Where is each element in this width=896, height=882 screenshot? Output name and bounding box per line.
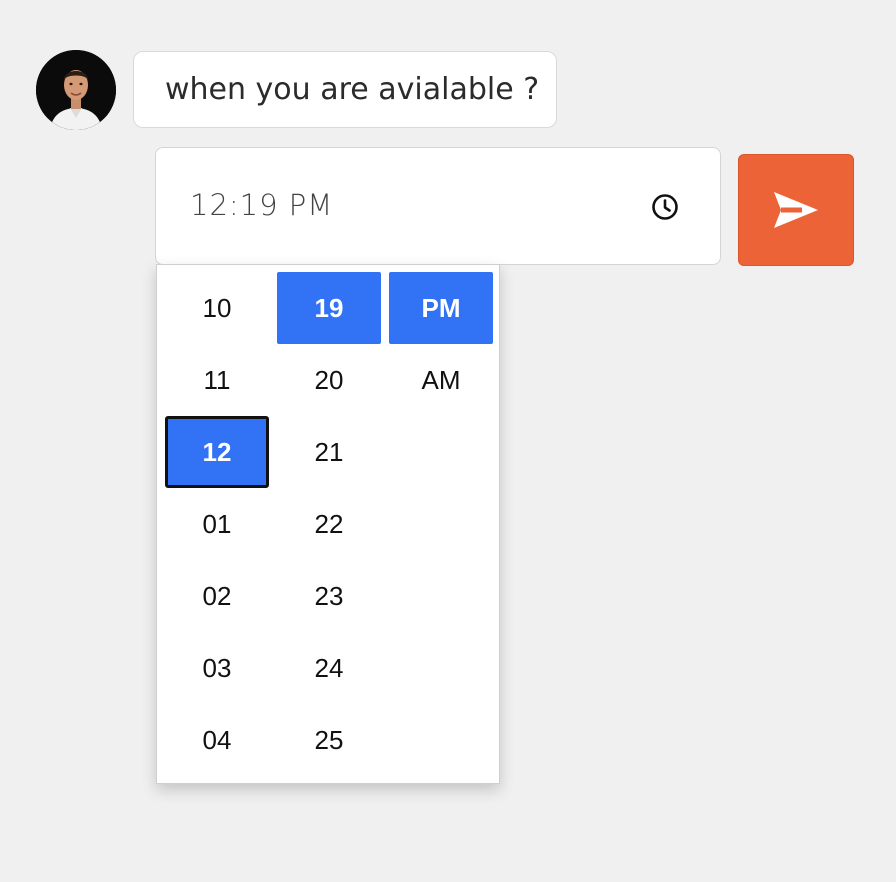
minute-option[interactable]: 21: [277, 416, 381, 488]
minute-option[interactable]: 20: [277, 344, 381, 416]
chat-view: when you are avialable ? 12:19 PM 10 11 …: [0, 0, 896, 882]
period-column: PM AM: [389, 272, 493, 416]
time-input-value[interactable]: 12:19 PM: [190, 188, 333, 222]
send-button[interactable]: [738, 154, 854, 266]
message-bubble: when you are avialable ?: [133, 51, 557, 128]
hour-option[interactable]: 01: [165, 488, 269, 560]
clock-icon[interactable]: [650, 192, 680, 222]
minute-option[interactable]: 22: [277, 488, 381, 560]
minute-option-selected[interactable]: 19: [277, 272, 381, 344]
hour-option[interactable]: 11: [165, 344, 269, 416]
minute-option[interactable]: 24: [277, 632, 381, 704]
minute-option[interactable]: 23: [277, 560, 381, 632]
hour-column: 10 11 12 01 02 03 04: [165, 272, 269, 776]
avatar: [36, 50, 116, 130]
minute-option[interactable]: 25: [277, 704, 381, 776]
hour-option[interactable]: 10: [165, 272, 269, 344]
time-input[interactable]: 12:19 PM: [155, 147, 721, 265]
send-icon: [774, 192, 818, 228]
period-option-selected[interactable]: PM: [389, 272, 493, 344]
hour-option[interactable]: 04: [165, 704, 269, 776]
time-picker-dropdown: 10 11 12 01 02 03 04 19 20 21 22 23 24 2…: [156, 264, 500, 784]
hour-option[interactable]: 03: [165, 632, 269, 704]
hour-option-selected[interactable]: 12: [165, 416, 269, 488]
avatar-photo: [36, 50, 116, 130]
message-text: when you are avialable ?: [165, 72, 540, 107]
hour-option[interactable]: 02: [165, 560, 269, 632]
minute-column: 19 20 21 22 23 24 25: [277, 272, 381, 776]
period-option[interactable]: AM: [389, 344, 493, 416]
